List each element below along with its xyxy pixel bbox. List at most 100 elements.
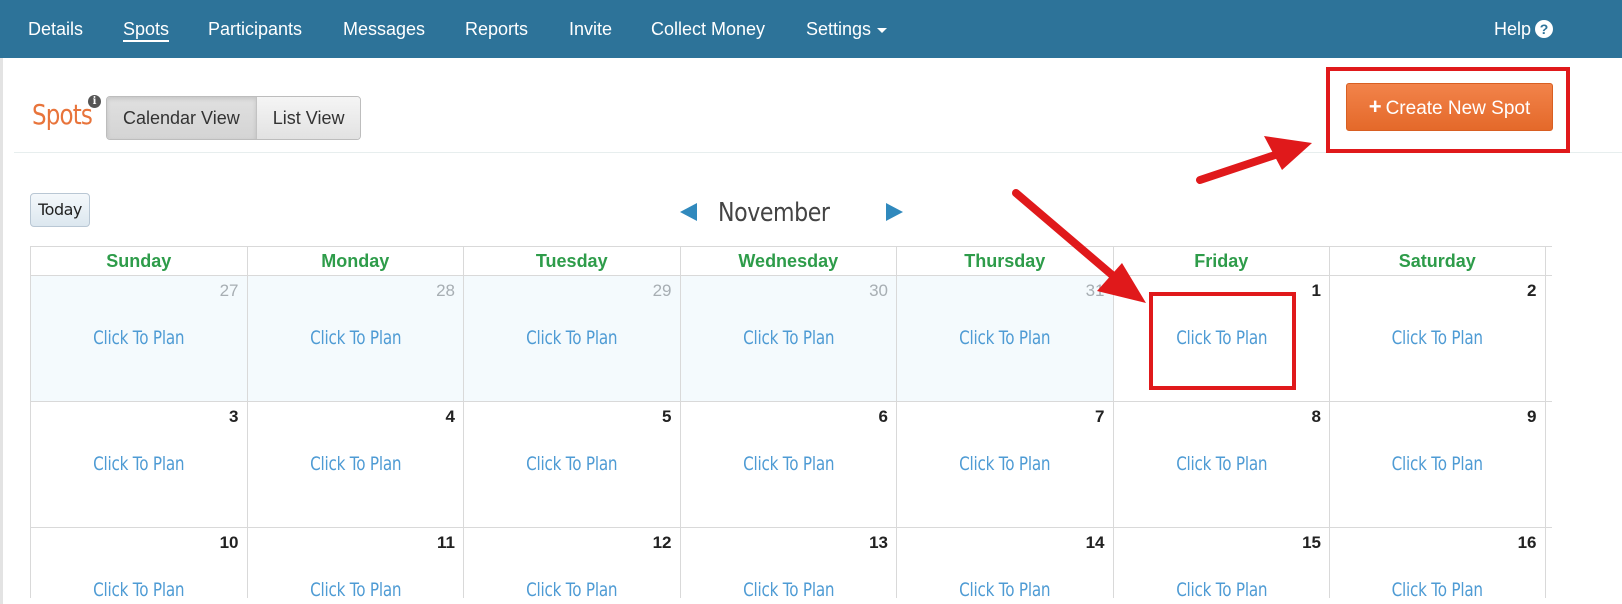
weekday-tuesday: Tuesday bbox=[463, 247, 680, 275]
day-number: 15 bbox=[1302, 533, 1321, 552]
calendar-week-row: 27 Click To Plan 28 Click To Plan 29 Click To… bbox=[30, 275, 1552, 401]
calendar-day-cell[interactable]: 30 Click To Plan bbox=[679, 276, 896, 401]
day-number: 8 bbox=[1311, 407, 1321, 426]
arrowhead-create-button bbox=[1264, 136, 1312, 170]
day-number: 30 bbox=[869, 281, 888, 300]
click-to-plan-link[interactable]: Click To Plan bbox=[53, 327, 225, 349]
day-number: 14 bbox=[1085, 533, 1105, 552]
weekday-wednesday: Wednesday bbox=[679, 247, 897, 275]
calendar-day-cell[interactable]: 5 Click To Plan bbox=[463, 402, 680, 527]
view-toggle: Calendar View List View bbox=[106, 96, 362, 140]
nav-spots[interactable]: Spots bbox=[123, 18, 170, 42]
day-number: 31 bbox=[1085, 281, 1105, 300]
nav-messages[interactable]: Messages bbox=[343, 18, 425, 40]
prev-month-arrow-icon[interactable] bbox=[680, 203, 697, 221]
calendar-day-cell[interactable]: 4 Click To Plan bbox=[246, 402, 463, 527]
calendar-week-row: 10 Click To Plan 11 Click To Plan 12 Click To… bbox=[30, 527, 1552, 601]
click-to-plan-link[interactable]: Click To Plan bbox=[486, 327, 658, 349]
click-to-plan-link[interactable]: Click To Plan bbox=[1351, 327, 1523, 349]
click-to-plan-link[interactable]: Click To Plan bbox=[53, 453, 225, 475]
page-left-border bbox=[0, 58, 3, 604]
click-to-plan-link[interactable]: Click To Plan bbox=[53, 579, 225, 601]
today-button[interactable]: Today bbox=[30, 193, 90, 227]
day-number: 9 bbox=[1527, 407, 1537, 426]
calendar-day-cell[interactable]: 11 Click To Plan bbox=[246, 528, 463, 601]
nav-collect-money[interactable]: Collect Money bbox=[651, 18, 765, 40]
click-to-plan-link[interactable]: Click To Plan bbox=[919, 579, 1091, 601]
click-to-plan-link[interactable]: Click To Plan bbox=[702, 453, 874, 475]
click-to-plan-link[interactable]: Click To Plan bbox=[1351, 579, 1523, 601]
highlight-box-create-button bbox=[1326, 67, 1570, 153]
calendar-day-cell[interactable]: 7 Click To Plan bbox=[896, 402, 1113, 527]
caret-down-icon bbox=[877, 27, 888, 33]
month-title: November bbox=[718, 198, 830, 228]
calendar-day-cell[interactable]: 13 Click To Plan bbox=[679, 528, 896, 601]
day-number: 10 bbox=[219, 533, 239, 552]
weekday-header-row: Sunday Monday Tuesday Wednesday Thursday… bbox=[30, 246, 1552, 275]
calendar-day-cell[interactable]: 8 Click To Plan bbox=[1112, 402, 1329, 527]
click-to-plan-link[interactable]: Click To Plan bbox=[269, 579, 441, 601]
calendar-day-cell[interactable]: 12 Click To Plan bbox=[463, 528, 680, 601]
click-to-plan-link[interactable]: Click To Plan bbox=[919, 453, 1091, 475]
click-to-plan-link[interactable]: Click To Plan bbox=[702, 327, 874, 349]
nav-settings-label: Settings bbox=[806, 19, 872, 39]
calendar-day-cell[interactable]: 16 Click To Plan bbox=[1329, 528, 1546, 601]
weekday-monday: Monday bbox=[246, 247, 464, 275]
day-number: 4 bbox=[445, 407, 455, 426]
click-to-plan-link[interactable]: Click To Plan bbox=[486, 453, 658, 475]
day-number: 6 bbox=[878, 407, 888, 426]
nav-settings[interactable]: Settings bbox=[806, 18, 888, 40]
nav-help[interactable]: Help? bbox=[1494, 18, 1554, 40]
weekday-thursday: Thursday bbox=[896, 247, 1113, 275]
calendar-view-button[interactable]: Calendar View bbox=[107, 97, 256, 139]
calendar-day-cell[interactable]: 14 Click To Plan bbox=[896, 528, 1113, 601]
day-number: 27 bbox=[219, 281, 239, 300]
day-number: 12 bbox=[652, 533, 672, 552]
weekday-friday: Friday bbox=[1112, 247, 1330, 275]
calendar-day-cell[interactable]: 9 Click To Plan bbox=[1329, 402, 1546, 527]
day-number: 3 bbox=[229, 407, 239, 426]
calendar-day-cell[interactable]: 15 Click To Plan bbox=[1112, 528, 1329, 601]
calendar-grid: Sunday Monday Tuesday Wednesday Thursday… bbox=[30, 246, 1552, 601]
calendar-day-cell[interactable]: 6 Click To Plan bbox=[679, 402, 896, 527]
nav-reports[interactable]: Reports bbox=[465, 18, 528, 40]
day-number: 7 bbox=[1095, 407, 1105, 426]
nav-participants[interactable]: Participants bbox=[208, 18, 302, 40]
click-to-plan-link[interactable]: Click To Plan bbox=[702, 579, 874, 601]
click-to-plan-link[interactable]: Click To Plan bbox=[1351, 453, 1523, 475]
click-to-plan-link[interactable]: Click To Plan bbox=[486, 579, 658, 601]
calendar-day-cell[interactable]: 27 Click To Plan bbox=[30, 276, 247, 401]
day-number: 28 bbox=[436, 281, 455, 300]
click-to-plan-link[interactable]: Click To Plan bbox=[269, 327, 441, 349]
click-to-plan-link[interactable]: Click To Plan bbox=[1135, 453, 1307, 475]
top-nav-bar: Details Spots Participants Messages Repo… bbox=[0, 0, 1622, 58]
calendar-week-row: 3 Click To Plan 4 Click To Plan 5 Click To Pl… bbox=[30, 401, 1552, 527]
calendar-day-cell[interactable]: 28 Click To Plan bbox=[246, 276, 463, 401]
calendar-day-cell[interactable]: 2 Click To Plan bbox=[1329, 276, 1546, 401]
nav-help-label: Help bbox=[1494, 19, 1532, 39]
click-to-plan-link[interactable]: Click To Plan bbox=[919, 327, 1091, 349]
page-title: Spots bbox=[32, 98, 93, 131]
calendar-day-cell[interactable]: 3 Click To Plan bbox=[30, 402, 247, 527]
day-number: 2 bbox=[1527, 281, 1537, 300]
arrow-to-create-button bbox=[1196, 146, 1294, 184]
nav-details[interactable]: Details bbox=[28, 18, 83, 40]
day-number: 29 bbox=[652, 281, 672, 300]
click-to-plan-link[interactable]: Click To Plan bbox=[269, 453, 441, 475]
weekday-saturday: Saturday bbox=[1329, 247, 1546, 275]
calendar-day-cell[interactable]: 10 Click To Plan bbox=[30, 528, 247, 601]
info-icon[interactable]: i bbox=[88, 95, 101, 108]
day-number: 5 bbox=[662, 407, 672, 426]
next-month-arrow-icon[interactable] bbox=[886, 203, 903, 221]
nav-invite[interactable]: Invite bbox=[569, 18, 612, 40]
click-to-plan-link[interactable]: Click To Plan bbox=[1135, 579, 1307, 601]
calendar-day-cell[interactable]: 29 Click To Plan bbox=[463, 276, 680, 401]
day-number: 11 bbox=[437, 533, 455, 552]
weekday-sunday: Sunday bbox=[30, 247, 247, 275]
month-label-mask bbox=[810, 226, 882, 248]
list-view-button[interactable]: List View bbox=[255, 97, 361, 139]
calendar-day-cell[interactable]: 31 Click To Plan bbox=[896, 276, 1113, 401]
calendar-weeks: 27 Click To Plan 28 Click To Plan 29 Click To… bbox=[30, 275, 1552, 601]
day-number: 13 bbox=[869, 533, 888, 552]
question-circle-icon: ? bbox=[1535, 20, 1554, 38]
